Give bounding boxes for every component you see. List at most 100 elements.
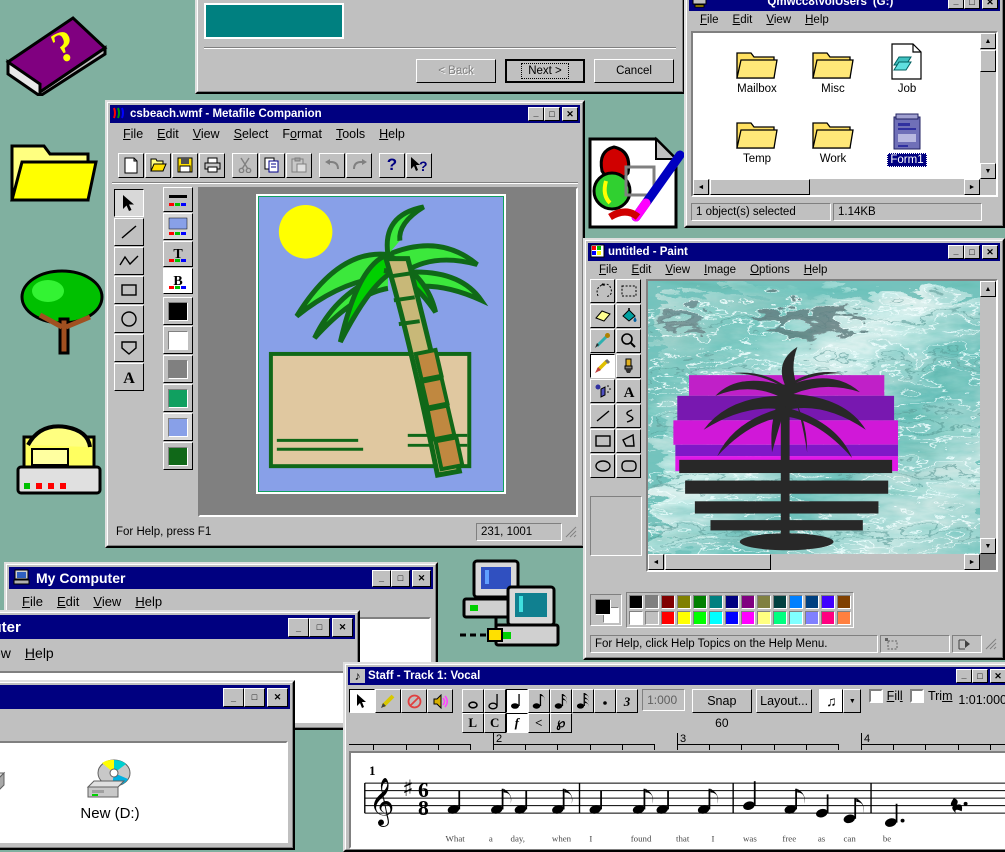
metafile-menu-3[interactable]: Select <box>227 126 276 142</box>
palette-color[interactable] <box>645 595 659 609</box>
palette-color[interactable] <box>741 611 755 625</box>
my-computer-1-maximize-button[interactable]: □ <box>391 570 410 587</box>
palette-color[interactable] <box>757 595 771 609</box>
pointer-tool[interactable] <box>349 689 375 713</box>
graphics-document-icon[interactable] <box>584 133 684 236</box>
wizard-cancel-button[interactable]: Cancel <box>594 59 674 83</box>
file-item[interactable]: Misc <box>797 41 869 95</box>
paste-button[interactable] <box>286 153 312 178</box>
erase-tool[interactable] <box>401 689 427 713</box>
my-computer-3-maximize-button[interactable]: □ <box>244 688 265 707</box>
fill-tool[interactable] <box>616 304 641 328</box>
palette-color[interactable] <box>821 595 835 609</box>
scroll-right-button[interactable]: ► <box>964 554 980 570</box>
palette-color[interactable] <box>773 611 787 625</box>
legato-button[interactable]: L <box>462 713 484 733</box>
file-manager-menu-2[interactable]: View <box>759 13 798 27</box>
redo-button[interactable] <box>346 153 372 178</box>
eraser-tool[interactable] <box>590 304 615 328</box>
paint-menu-0[interactable]: File <box>592 263 625 277</box>
paint-canvas-area[interactable]: ▲ ▼ ◄ ► <box>646 279 998 572</box>
palette-swatch[interactable] <box>163 413 193 441</box>
metafile-menu-6[interactable]: Help <box>372 126 412 142</box>
layout-button[interactable]: Layout... <box>756 689 812 713</box>
palette-color[interactable] <box>629 611 643 625</box>
palette-color[interactable] <box>789 595 803 609</box>
file-manager-vscrollbar[interactable]: ▲ ▼ <box>980 33 996 179</box>
whole-note-button[interactable] <box>462 689 484 713</box>
metafile-titlebar[interactable]: csbeach.wmf - Metafile Companion _ □ ✕ <box>110 105 580 123</box>
my-computer-3-titlebar[interactable]: er _ □ ✕ <box>0 685 290 709</box>
speaker-tool[interactable] <box>427 689 453 713</box>
paint-vscrollbar[interactable]: ▲ ▼ <box>980 281 996 554</box>
hscroll-thumb[interactable] <box>665 554 771 570</box>
palette-color[interactable] <box>693 611 707 625</box>
vscroll-thumb[interactable] <box>980 50 996 72</box>
thirtysecond-note-button[interactable] <box>572 689 594 713</box>
palette-color[interactable] <box>677 595 691 609</box>
help-book-icon[interactable]: ? <box>4 4 109 99</box>
polygon-tool[interactable] <box>616 429 641 453</box>
paint-hscrollbar[interactable]: ◄ ► <box>648 554 980 570</box>
drive-item[interactable]: New (D:) <box>67 757 153 822</box>
select-tool[interactable] <box>616 279 641 303</box>
my-computer-3-minimize-button[interactable]: _ <box>223 688 244 707</box>
palette-color[interactable] <box>741 595 755 609</box>
resize-grip[interactable] <box>984 205 998 219</box>
my-computer-2-titlebar[interactable]: Computer _ □ ✕ <box>0 615 355 639</box>
paint-menu-4[interactable]: Options <box>743 263 797 277</box>
scroll-down-button[interactable]: ▼ <box>980 538 996 554</box>
metafile-maximize-button[interactable]: □ <box>544 107 560 121</box>
fill-checkbox-row[interactable]: FFillill <box>869 689 903 703</box>
text-color-button[interactable]: T <box>163 241 193 267</box>
palette-color[interactable] <box>629 595 643 609</box>
paint-canvas[interactable] <box>648 281 980 554</box>
file-manager-menu-1[interactable]: Edit <box>726 13 760 27</box>
my-computer-1-menu-3[interactable]: Help <box>128 593 169 610</box>
paint-menu-3[interactable]: Image <box>697 263 743 277</box>
my-computer-1-titlebar[interactable]: My Computer _ □ ✕ <box>9 567 433 589</box>
staff-close-button[interactable]: ✕ <box>990 669 1005 683</box>
palette-color[interactable] <box>805 595 819 609</box>
palette-color[interactable] <box>709 595 723 609</box>
cut-button[interactable] <box>232 153 258 178</box>
my-computer-2-menu-1[interactable]: View <box>0 644 18 662</box>
text-bg-color-button[interactable]: B <box>163 268 193 294</box>
my-computer-3-close-button[interactable]: ✕ <box>267 688 288 707</box>
text-tool[interactable]: A <box>114 363 144 391</box>
paint-menu-2[interactable]: View <box>658 263 697 277</box>
line-style-button[interactable] <box>163 187 193 212</box>
my-computer-2-close-button[interactable]: ✕ <box>332 618 353 637</box>
my-computer-2-minimize-button[interactable]: _ <box>288 618 309 637</box>
note-display-button[interactable]: ♫ <box>819 689 843 713</box>
rounded-rectangle-tool[interactable] <box>616 454 641 478</box>
scroll-right-button[interactable]: ► <box>964 179 980 195</box>
crescendo-button[interactable]: C <box>484 713 506 733</box>
trim-checkbox[interactable] <box>910 689 924 703</box>
pick-color-tool[interactable] <box>590 329 615 353</box>
palette-swatch[interactable] <box>163 442 193 470</box>
new-button[interactable] <box>118 153 144 178</box>
ellipse-tool[interactable] <box>590 454 615 478</box>
forte-button[interactable]: f <box>506 713 528 733</box>
metafile-menu-4[interactable]: Format <box>275 126 329 142</box>
paint-titlebar[interactable]: untitled - Paint _ □ ✕ <box>588 243 1000 261</box>
scroll-up-button[interactable]: ▲ <box>980 33 996 49</box>
triplet-button[interactable]: 3 <box>616 689 638 713</box>
ellipse-tool[interactable] <box>114 305 144 333</box>
network-neighborhood-icon[interactable] <box>452 555 562 658</box>
drive-item[interactable]: (C:) <box>0 757 25 822</box>
file-item[interactable]: Job <box>871 41 943 95</box>
dotted-button[interactable] <box>594 689 616 713</box>
file-item[interactable]: Mailbox <box>721 41 793 95</box>
context-help-button[interactable]: ? <box>406 153 432 178</box>
copy-button[interactable] <box>259 153 285 178</box>
print-button[interactable] <box>199 153 225 178</box>
scroll-left-button[interactable]: ◄ <box>693 179 709 195</box>
palette-swatch[interactable] <box>163 355 193 383</box>
palette-color[interactable] <box>661 611 675 625</box>
my-computer-1-minimize-button[interactable]: _ <box>372 570 391 587</box>
my-computer-2-menu-2[interactable]: Help <box>18 644 61 662</box>
wizard-back-button[interactable]: < Back <box>416 59 496 83</box>
metafile-close-button[interactable]: ✕ <box>562 107 578 121</box>
